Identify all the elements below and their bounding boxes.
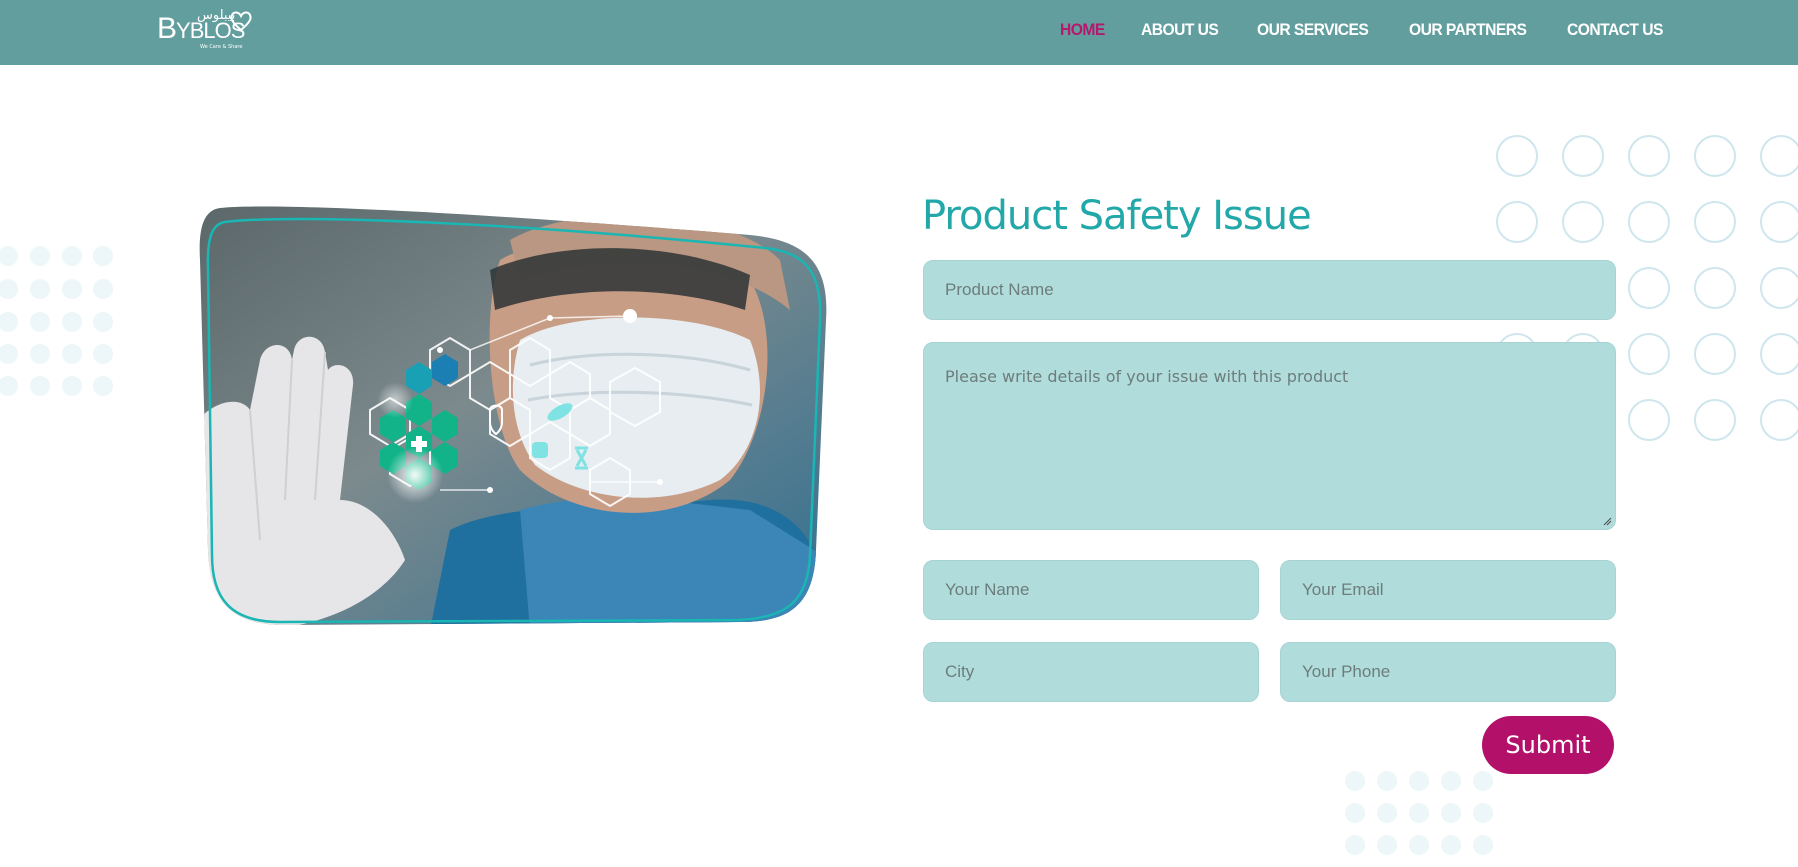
- your-phone-input[interactable]: Your Phone: [1280, 642, 1616, 702]
- nav-item-our-services[interactable]: OUR SERVICES: [1257, 20, 1369, 40]
- logo-arabic: بيبلوس: [197, 8, 236, 23]
- city-input[interactable]: City: [923, 642, 1259, 702]
- city-placeholder: City: [945, 662, 975, 681]
- issue-details-placeholder: Please write details of your issue with …: [945, 367, 1349, 386]
- main-nav: HOME ABOUT US OUR SERVICES OUR PARTNERS …: [1060, 0, 1671, 60]
- lab-scientist-image: [199, 206, 827, 626]
- nav-item-our-partners[interactable]: OUR PARTNERS: [1409, 20, 1527, 40]
- decorative-dots-bottom: [1345, 771, 1493, 855]
- site-header: BYBLOS بيبلوس We Care & Share HOME ABOUT…: [0, 0, 1798, 65]
- product-name-input[interactable]: Product Name: [923, 260, 1616, 320]
- resize-handle-icon[interactable]: [1602, 516, 1612, 526]
- your-email-input[interactable]: Your Email: [1280, 560, 1616, 620]
- your-name-input[interactable]: Your Name: [923, 560, 1259, 620]
- nav-item-contact-us[interactable]: CONTACT US: [1567, 20, 1663, 40]
- your-name-placeholder: Your Name: [945, 580, 1030, 599]
- logo-tagline: We Care & Share: [200, 44, 243, 50]
- nav-item-home[interactable]: HOME: [1060, 20, 1105, 40]
- issue-details-textarea[interactable]: Please write details of your issue with …: [923, 342, 1616, 530]
- your-email-placeholder: Your Email: [1302, 580, 1384, 599]
- decorative-dots-left: [0, 246, 113, 396]
- product-name-placeholder: Product Name: [945, 280, 1054, 299]
- your-phone-placeholder: Your Phone: [1302, 662, 1391, 681]
- page-title: Product Safety Issue: [922, 193, 1312, 239]
- byblos-logo[interactable]: BYBLOS بيبلوس We Care & Share: [155, 8, 255, 52]
- submit-button[interactable]: Submit: [1482, 716, 1614, 774]
- nav-item-about-us[interactable]: ABOUT US: [1141, 20, 1219, 40]
